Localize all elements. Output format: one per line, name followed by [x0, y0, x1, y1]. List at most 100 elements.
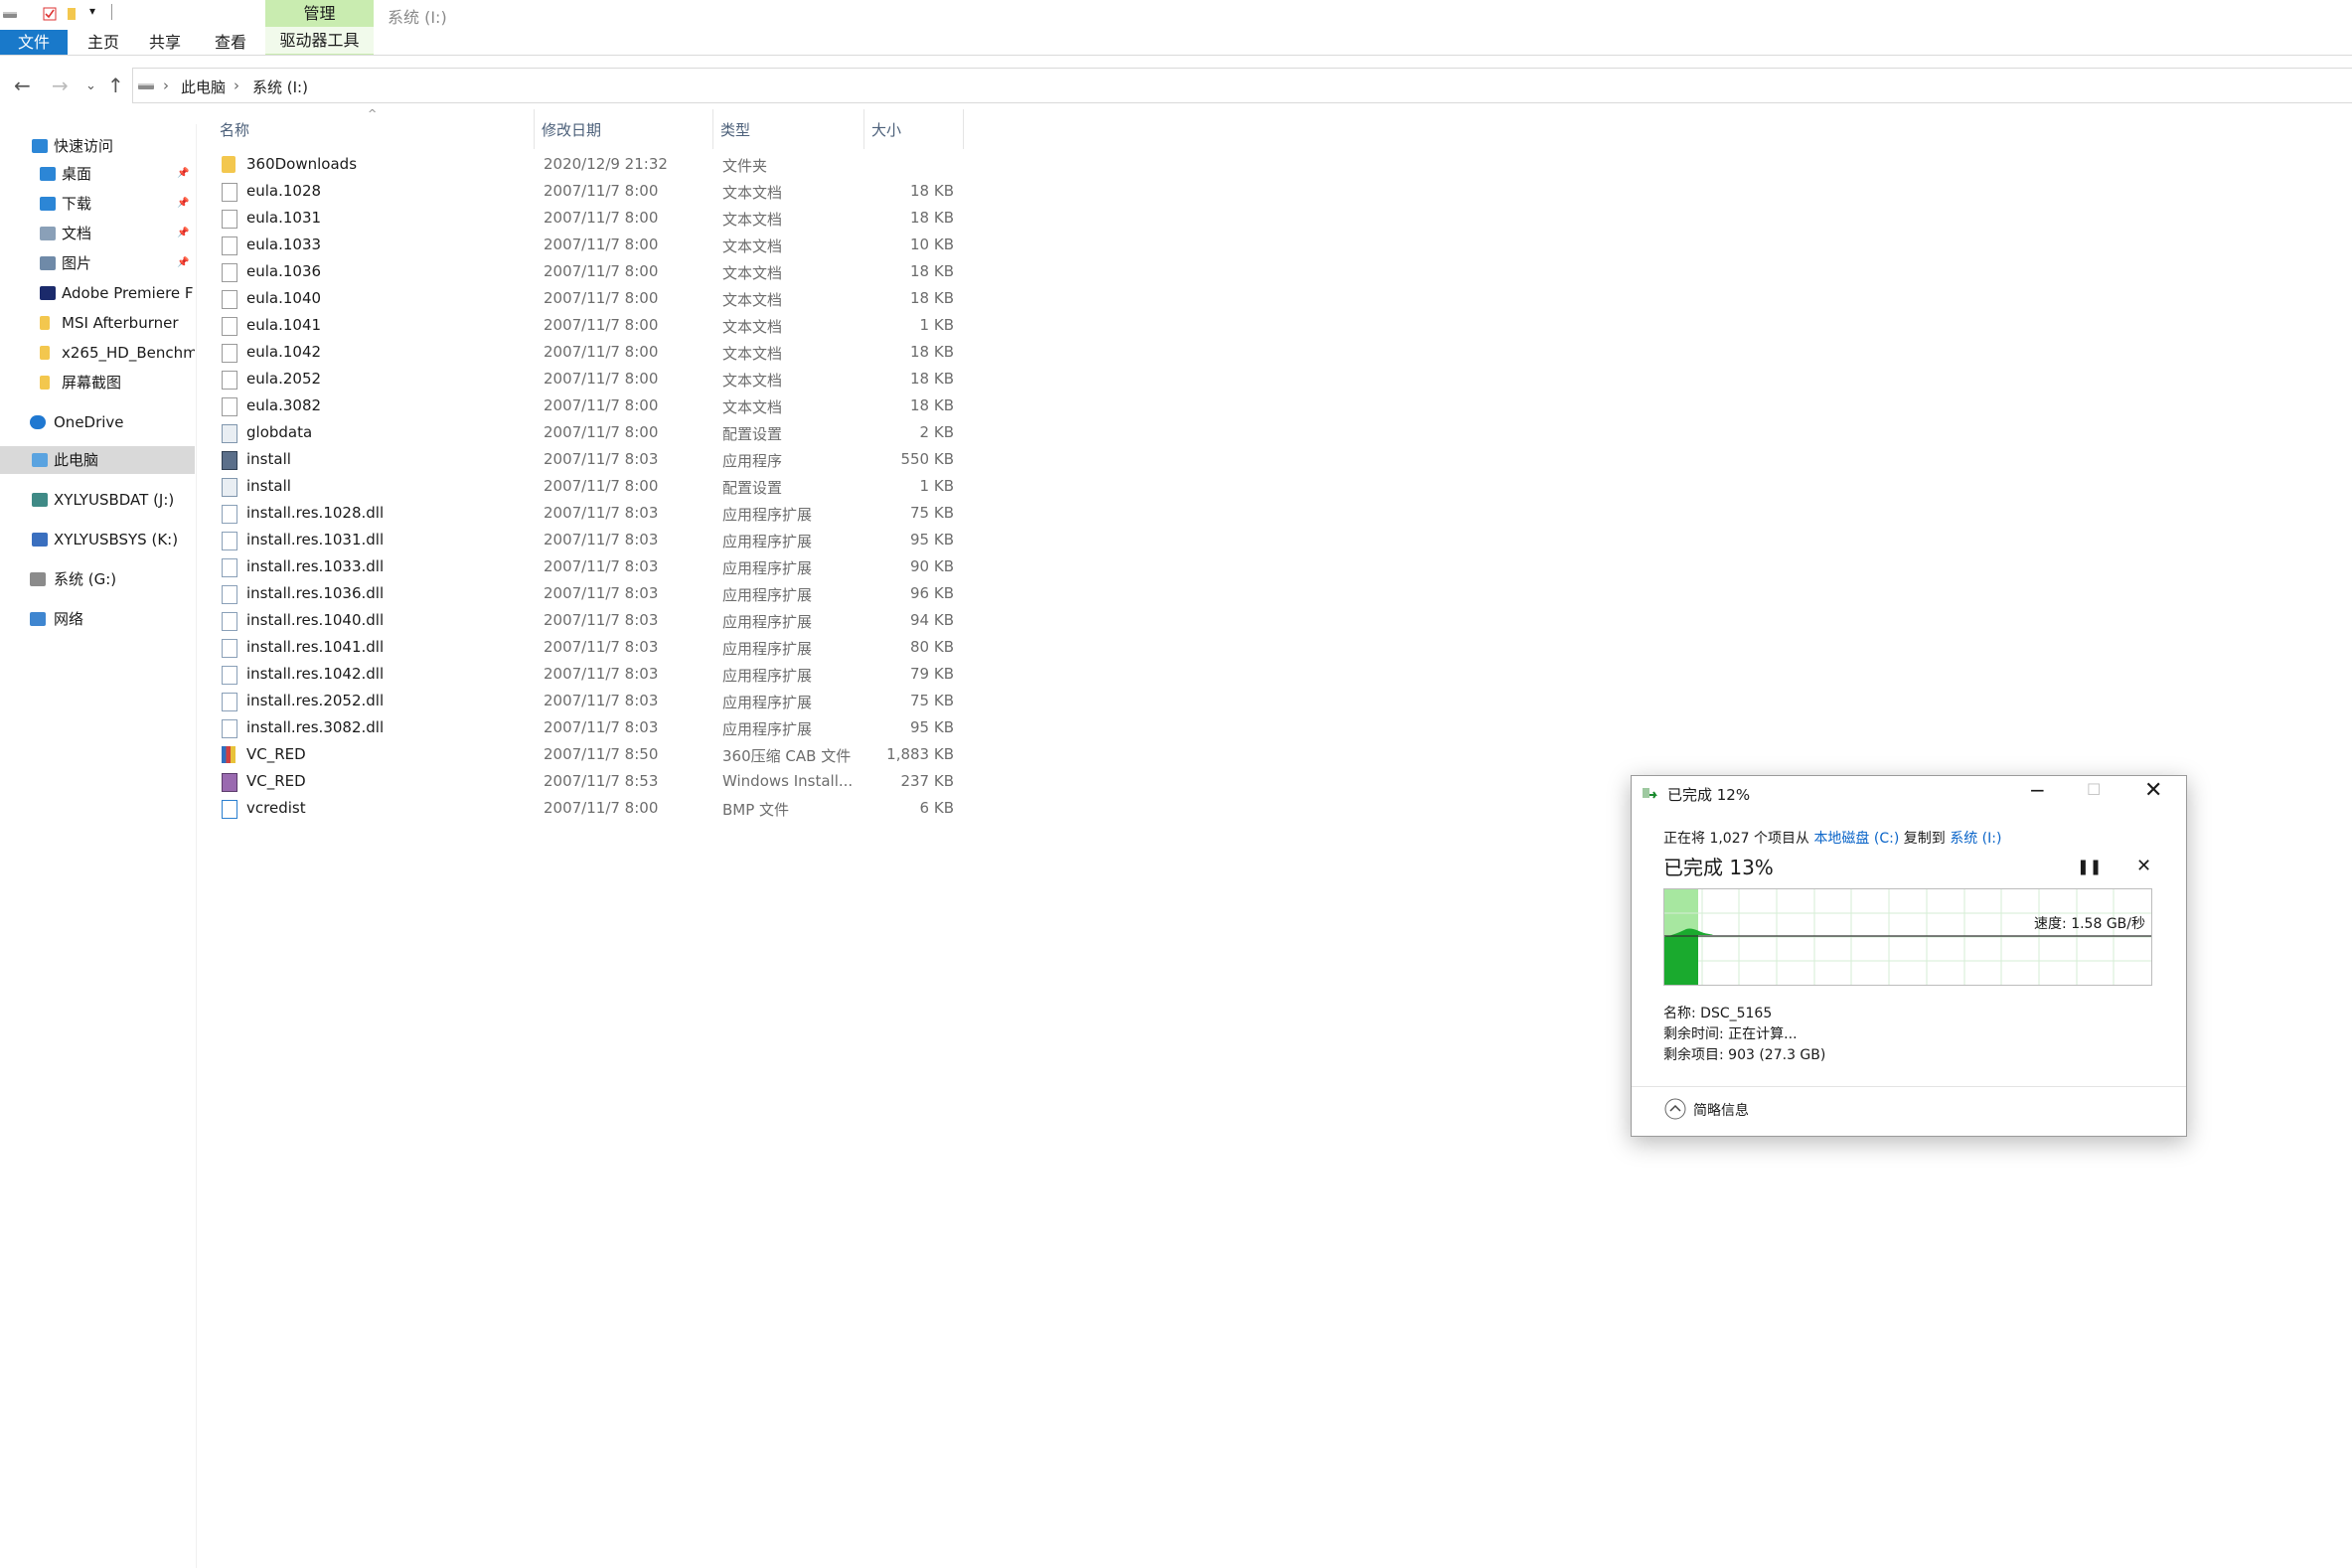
pause-button[interactable]: ❚❚ [2077, 858, 2102, 875]
file-row[interactable]: eula.1028 2007/11/7 8:00 文本文档 18 KB [219, 178, 966, 205]
tab-home[interactable]: 主页 [87, 30, 119, 55]
sidebar-item[interactable]: 系统 (G:) [0, 565, 195, 593]
file-row[interactable]: eula.1033 2007/11/7 8:00 文本文档 10 KB [219, 232, 966, 258]
tab-file[interactable]: 文件 [0, 30, 68, 55]
cancel-button[interactable]: ✕ [2136, 856, 2151, 876]
file-row[interactable]: install 2007/11/7 8:00 配置设置 1 KB [219, 473, 966, 500]
dll-file-icon [222, 585, 237, 604]
file-row[interactable]: install.res.3082.dll 2007/11/7 8:03 应用程序扩展… [219, 714, 966, 741]
sidebar-item[interactable]: 网络 [0, 605, 195, 633]
file-row[interactable]: install.res.2052.dll 2007/11/7 8:03 应用程序扩展… [219, 688, 966, 714]
column-header-type[interactable]: 类型 [720, 119, 750, 140]
column-divider[interactable] [534, 109, 535, 149]
transfer-speed-graph: 速度: 1.58 GB/秒 [1663, 888, 2152, 986]
file-row[interactable]: eula.3082 2007/11/7 8:00 文本文档 18 KB [219, 392, 966, 419]
file-row[interactable]: globdata 2007/11/7 8:00 配置设置 2 KB [219, 419, 966, 446]
sidebar-item[interactable]: Adobe Premiere F [0, 279, 195, 307]
column-header-date[interactable]: 修改日期 [542, 119, 601, 140]
file-size: 94 KB [910, 611, 954, 629]
fewer-details-button[interactable]: 简略信息 [1693, 1100, 1749, 1120]
context-tab-manage[interactable]: 管理 [265, 0, 374, 27]
file-row[interactable]: eula.1040 2007/11/7 8:00 文本文档 18 KB [219, 285, 966, 312]
file-date-modified: 2007/11/7 8:00 [544, 343, 659, 361]
file-row[interactable]: install 2007/11/7 8:03 应用程序 550 KB [219, 446, 966, 473]
drive-icon [138, 83, 154, 89]
sidebar-item[interactable]: 文档 📌 [0, 220, 195, 247]
file-date-modified: 2007/11/7 8:00 [544, 289, 659, 307]
speed-label: 速度: 1.58 GB/秒 [2034, 916, 2145, 932]
pin-icon[interactable]: 📌 [177, 249, 189, 277]
breadcrumb-chevron-icon[interactable]: › [234, 77, 239, 94]
file-row[interactable]: install.res.1036.dll 2007/11/7 8:03 应用程序扩展… [219, 580, 966, 607]
file-type: 应用程序扩展 [722, 694, 813, 711]
file-row[interactable]: eula.1041 2007/11/7 8:00 文本文档 1 KB [219, 312, 966, 339]
file-type: 应用程序扩展 [722, 586, 813, 604]
properties-icon[interactable] [42, 6, 58, 22]
breadcrumb-current-drive[interactable]: 系统 (I:) [252, 77, 308, 97]
source-link[interactable]: 本地磁盘 (C:) [1813, 831, 1899, 847]
file-row[interactable]: 360Downloads 2020/12/9 21:32 文件夹 [219, 151, 966, 178]
file-row[interactable]: install.res.1040.dll 2007/11/7 8:03 应用程序扩展… [219, 607, 966, 634]
file-date-modified: 2007/11/7 8:00 [544, 370, 659, 388]
sidebar-item-label: 此电脑 [54, 451, 99, 469]
file-row[interactable]: vcredist 2007/11/7 8:00 BMP 文件 6 KB [219, 795, 966, 822]
column-divider[interactable] [712, 109, 713, 149]
file-name: eula.1042 [246, 343, 322, 361]
file-row[interactable]: install.res.1041.dll 2007/11/7 8:03 应用程序扩展… [219, 634, 966, 661]
sidebar-item-label: 网络 [54, 610, 84, 628]
pin-icon[interactable]: 📌 [177, 160, 189, 188]
sidebar-item[interactable]: 快速访问 [0, 132, 195, 160]
file-row[interactable]: VC_RED 2007/11/7 8:53 Windows Install... 23… [219, 768, 966, 795]
column-divider[interactable] [963, 109, 964, 149]
sort-ascending-icon: ^ [368, 107, 378, 120]
file-date-modified: 2007/11/7 8:03 [544, 504, 659, 522]
sidebar-item[interactable]: XYLYUSBSYS (K:) [0, 526, 195, 553]
sidebar-item[interactable]: 桌面 📌 [0, 160, 195, 188]
recent-locations-chevron-icon[interactable]: ⌄ [85, 78, 96, 93]
forward-arrow-icon[interactable]: → [52, 74, 69, 97]
sidebar-item[interactable]: MSI Afterburner [0, 309, 195, 337]
file-row[interactable]: eula.1036 2007/11/7 8:00 文本文档 18 KB [219, 258, 966, 285]
breadcrumb-this-pc[interactable]: 此电脑 [181, 77, 226, 97]
file-row[interactable]: VC_RED 2007/11/7 8:50 360压缩 CAB 文件 1,883 KB [219, 741, 966, 768]
target-link[interactable]: 系统 (I:) [1950, 831, 2001, 847]
file-size: 1 KB [919, 316, 954, 334]
sidebar-item[interactable]: 屏幕截图 [0, 369, 195, 396]
breadcrumb-chevron-icon[interactable]: › [163, 77, 169, 94]
file-name: install.res.3082.dll [246, 718, 385, 736]
tab-view[interactable]: 查看 [215, 30, 246, 55]
sidebar-item[interactable]: 此电脑 [0, 446, 195, 474]
collapse-chevron-icon[interactable] [1663, 1097, 1687, 1121]
sidebar-item[interactable]: 图片 📌 [0, 249, 195, 277]
sidebar-item[interactable]: OneDrive [0, 408, 195, 436]
address-bar[interactable]: › 此电脑 › 系统 (I:) [132, 68, 2352, 103]
sidebar-item[interactable]: x265_HD_Benchm [0, 339, 195, 367]
new-folder-icon[interactable] [65, 6, 80, 22]
file-size: 18 KB [910, 262, 954, 280]
file-row[interactable]: install.res.1028.dll 2007/11/7 8:03 应用程序扩展… [219, 500, 966, 527]
up-arrow-icon[interactable]: ↑ [107, 74, 124, 97]
column-header-name[interactable]: 名称 [220, 119, 249, 140]
file-row[interactable]: eula.1042 2007/11/7 8:00 文本文档 18 KB [219, 339, 966, 366]
column-header-size[interactable]: 大小 [871, 119, 901, 140]
file-row[interactable]: eula.1031 2007/11/7 8:00 文本文档 18 KB [219, 205, 966, 232]
back-arrow-icon[interactable]: ← [14, 74, 31, 97]
pin-icon[interactable]: 📌 [177, 190, 189, 218]
file-row[interactable]: install.res.1042.dll 2007/11/7 8:03 应用程序扩展… [219, 661, 966, 688]
file-row[interactable]: eula.2052 2007/11/7 8:00 文本文档 18 KB [219, 366, 966, 392]
network-icon [30, 612, 46, 626]
pin-icon[interactable]: 📌 [177, 220, 189, 247]
sidebar-item[interactable]: XYLYUSBDAT (J:) [0, 486, 195, 514]
sidebar-item[interactable]: 下载 📌 [0, 190, 195, 218]
column-divider[interactable] [863, 109, 864, 149]
minimize-button[interactable]: − [2029, 778, 2046, 802]
customize-toolbar-icon[interactable]: ▾ [89, 4, 95, 18]
cloud-icon [30, 415, 46, 429]
tab-share[interactable]: 共享 [149, 30, 181, 55]
file-size: 10 KB [910, 235, 954, 253]
file-size: 1,883 KB [886, 745, 954, 763]
close-button[interactable]: ✕ [2144, 778, 2162, 803]
file-row[interactable]: install.res.1031.dll 2007/11/7 8:03 应用程序扩展… [219, 527, 966, 553]
file-row[interactable]: install.res.1033.dll 2007/11/7 8:03 应用程序扩展… [219, 553, 966, 580]
time-remaining: 剩余时间: 正在计算... [1663, 1026, 1798, 1042]
